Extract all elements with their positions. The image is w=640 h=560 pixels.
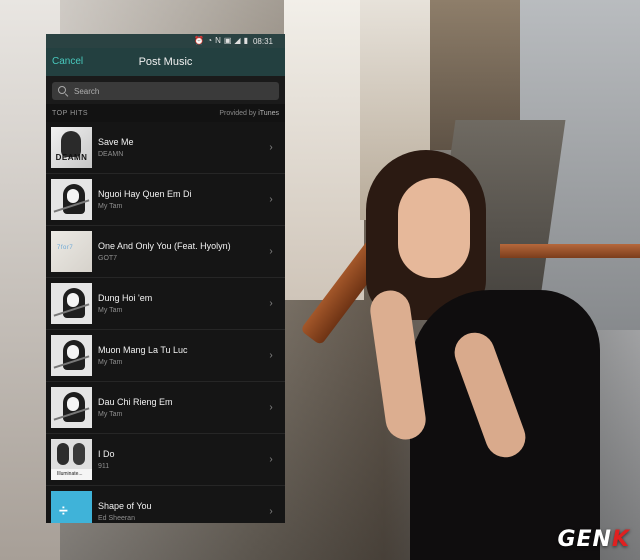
chevron-right-icon: › — [269, 506, 273, 517]
song-artist: My Tam — [98, 411, 123, 418]
song-title: Dau Chi Rieng Em — [98, 397, 173, 407]
search-icon — [58, 86, 68, 96]
album-art-text: 7for7 — [57, 245, 74, 251]
album-art — [51, 179, 92, 220]
signal-icon: ◢ — [234, 36, 241, 45]
song-artist: My Tam — [98, 203, 123, 210]
song-artist: 911 — [98, 463, 110, 470]
provider-name: iTunes — [258, 109, 279, 117]
cancel-button[interactable]: Cancel — [52, 56, 83, 67]
song-row[interactable]: Nguoi Hay Quen Em Di My Tam › — [46, 174, 285, 226]
album-art — [51, 335, 92, 376]
watermark-main: GEN — [557, 527, 612, 552]
provider-credit: Provided by iTunes — [219, 110, 279, 117]
album-art: ÷ — [51, 491, 92, 523]
song-title: I Do — [98, 449, 115, 459]
watermark-accent: K — [611, 527, 630, 552]
balcony-rail — [500, 244, 640, 258]
header-bar: Cancel Post Music — [46, 48, 285, 76]
song-title: One And Only You (Feat. Hyolyn) — [98, 241, 231, 251]
search-placeholder: Search — [74, 86, 100, 96]
battery-icon: ▮ — [243, 36, 248, 45]
album-art: DEAMN — [51, 127, 92, 168]
album-art-text: ÷ — [59, 503, 68, 520]
chevron-right-icon: › — [269, 142, 273, 153]
woman-face — [398, 178, 470, 278]
search-input[interactable]: Search — [52, 82, 279, 100]
song-row[interactable]: Dau Chi Rieng Em My Tam › — [46, 382, 285, 434]
page-title: Post Music — [138, 56, 193, 68]
song-row[interactable]: ÷ Shape of You Ed Sheeran › — [46, 486, 285, 523]
song-title: Nguoi Hay Quen Em Di — [98, 189, 192, 199]
building-center — [284, 0, 364, 300]
chevron-right-icon: › — [269, 246, 273, 257]
album-art: 7for7 — [51, 231, 92, 272]
wifi-icon: ◔ — [207, 36, 213, 45]
song-artist: My Tam — [98, 359, 123, 366]
song-list: DEAMN Save Me DEAMN › Nguoi Hay Quen Em D… — [46, 122, 285, 523]
album-art-text: DEAMN — [55, 153, 88, 162]
chevron-right-icon: › — [269, 350, 273, 361]
provider-prefix: Provided by — [219, 109, 259, 117]
song-title: Save Me — [98, 137, 134, 147]
album-art-text: Illuminate... — [51, 469, 92, 480]
song-row[interactable]: DEAMN Save Me DEAMN › — [46, 122, 285, 174]
watermark-logo: GENK — [557, 527, 630, 552]
album-art — [51, 283, 92, 324]
alarm-icon: ⏰ — [194, 36, 205, 45]
chevron-right-icon: › — [269, 402, 273, 413]
status-time: 08:31 — [252, 36, 273, 46]
nfc-icon: N — [215, 36, 221, 45]
song-row[interactable]: Illuminate... I Do 911 › — [46, 434, 285, 486]
chevron-right-icon: › — [269, 298, 273, 309]
album-art: Illuminate... — [51, 439, 92, 480]
search-container: Search — [46, 76, 285, 104]
song-artist: Ed Sheeran — [98, 515, 135, 522]
song-row[interactable]: Dung Hoi 'em My Tam › — [46, 278, 285, 330]
song-artist: GOT7 — [98, 255, 118, 262]
song-title: Dung Hoi 'em — [98, 293, 153, 303]
song-title: Muon Mang La Tu Luc — [98, 345, 188, 355]
song-row[interactable]: 7for7 One And Only You (Feat. Hyolyn) GOT… — [46, 226, 285, 278]
phone-screen: ⏰ ◔ N ▣ ◢ ▮ 08:31 Cancel Post Music Sear… — [46, 34, 285, 523]
song-title: Shape of You — [98, 501, 152, 511]
song-artist: DEAMN — [98, 151, 124, 158]
battery-saver-icon: ▣ — [223, 36, 232, 45]
chevron-right-icon: › — [269, 454, 273, 465]
song-artist: My Tam — [98, 307, 123, 314]
song-row[interactable]: Muon Mang La Tu Luc My Tam › — [46, 330, 285, 382]
section-title: TOP HITS — [52, 109, 89, 117]
chevron-right-icon: › — [269, 194, 273, 205]
status-bar: ⏰ ◔ N ▣ ◢ ▮ 08:31 — [46, 34, 285, 48]
album-art — [51, 387, 92, 428]
section-header: TOP HITS Provided by iTunes — [46, 104, 285, 122]
